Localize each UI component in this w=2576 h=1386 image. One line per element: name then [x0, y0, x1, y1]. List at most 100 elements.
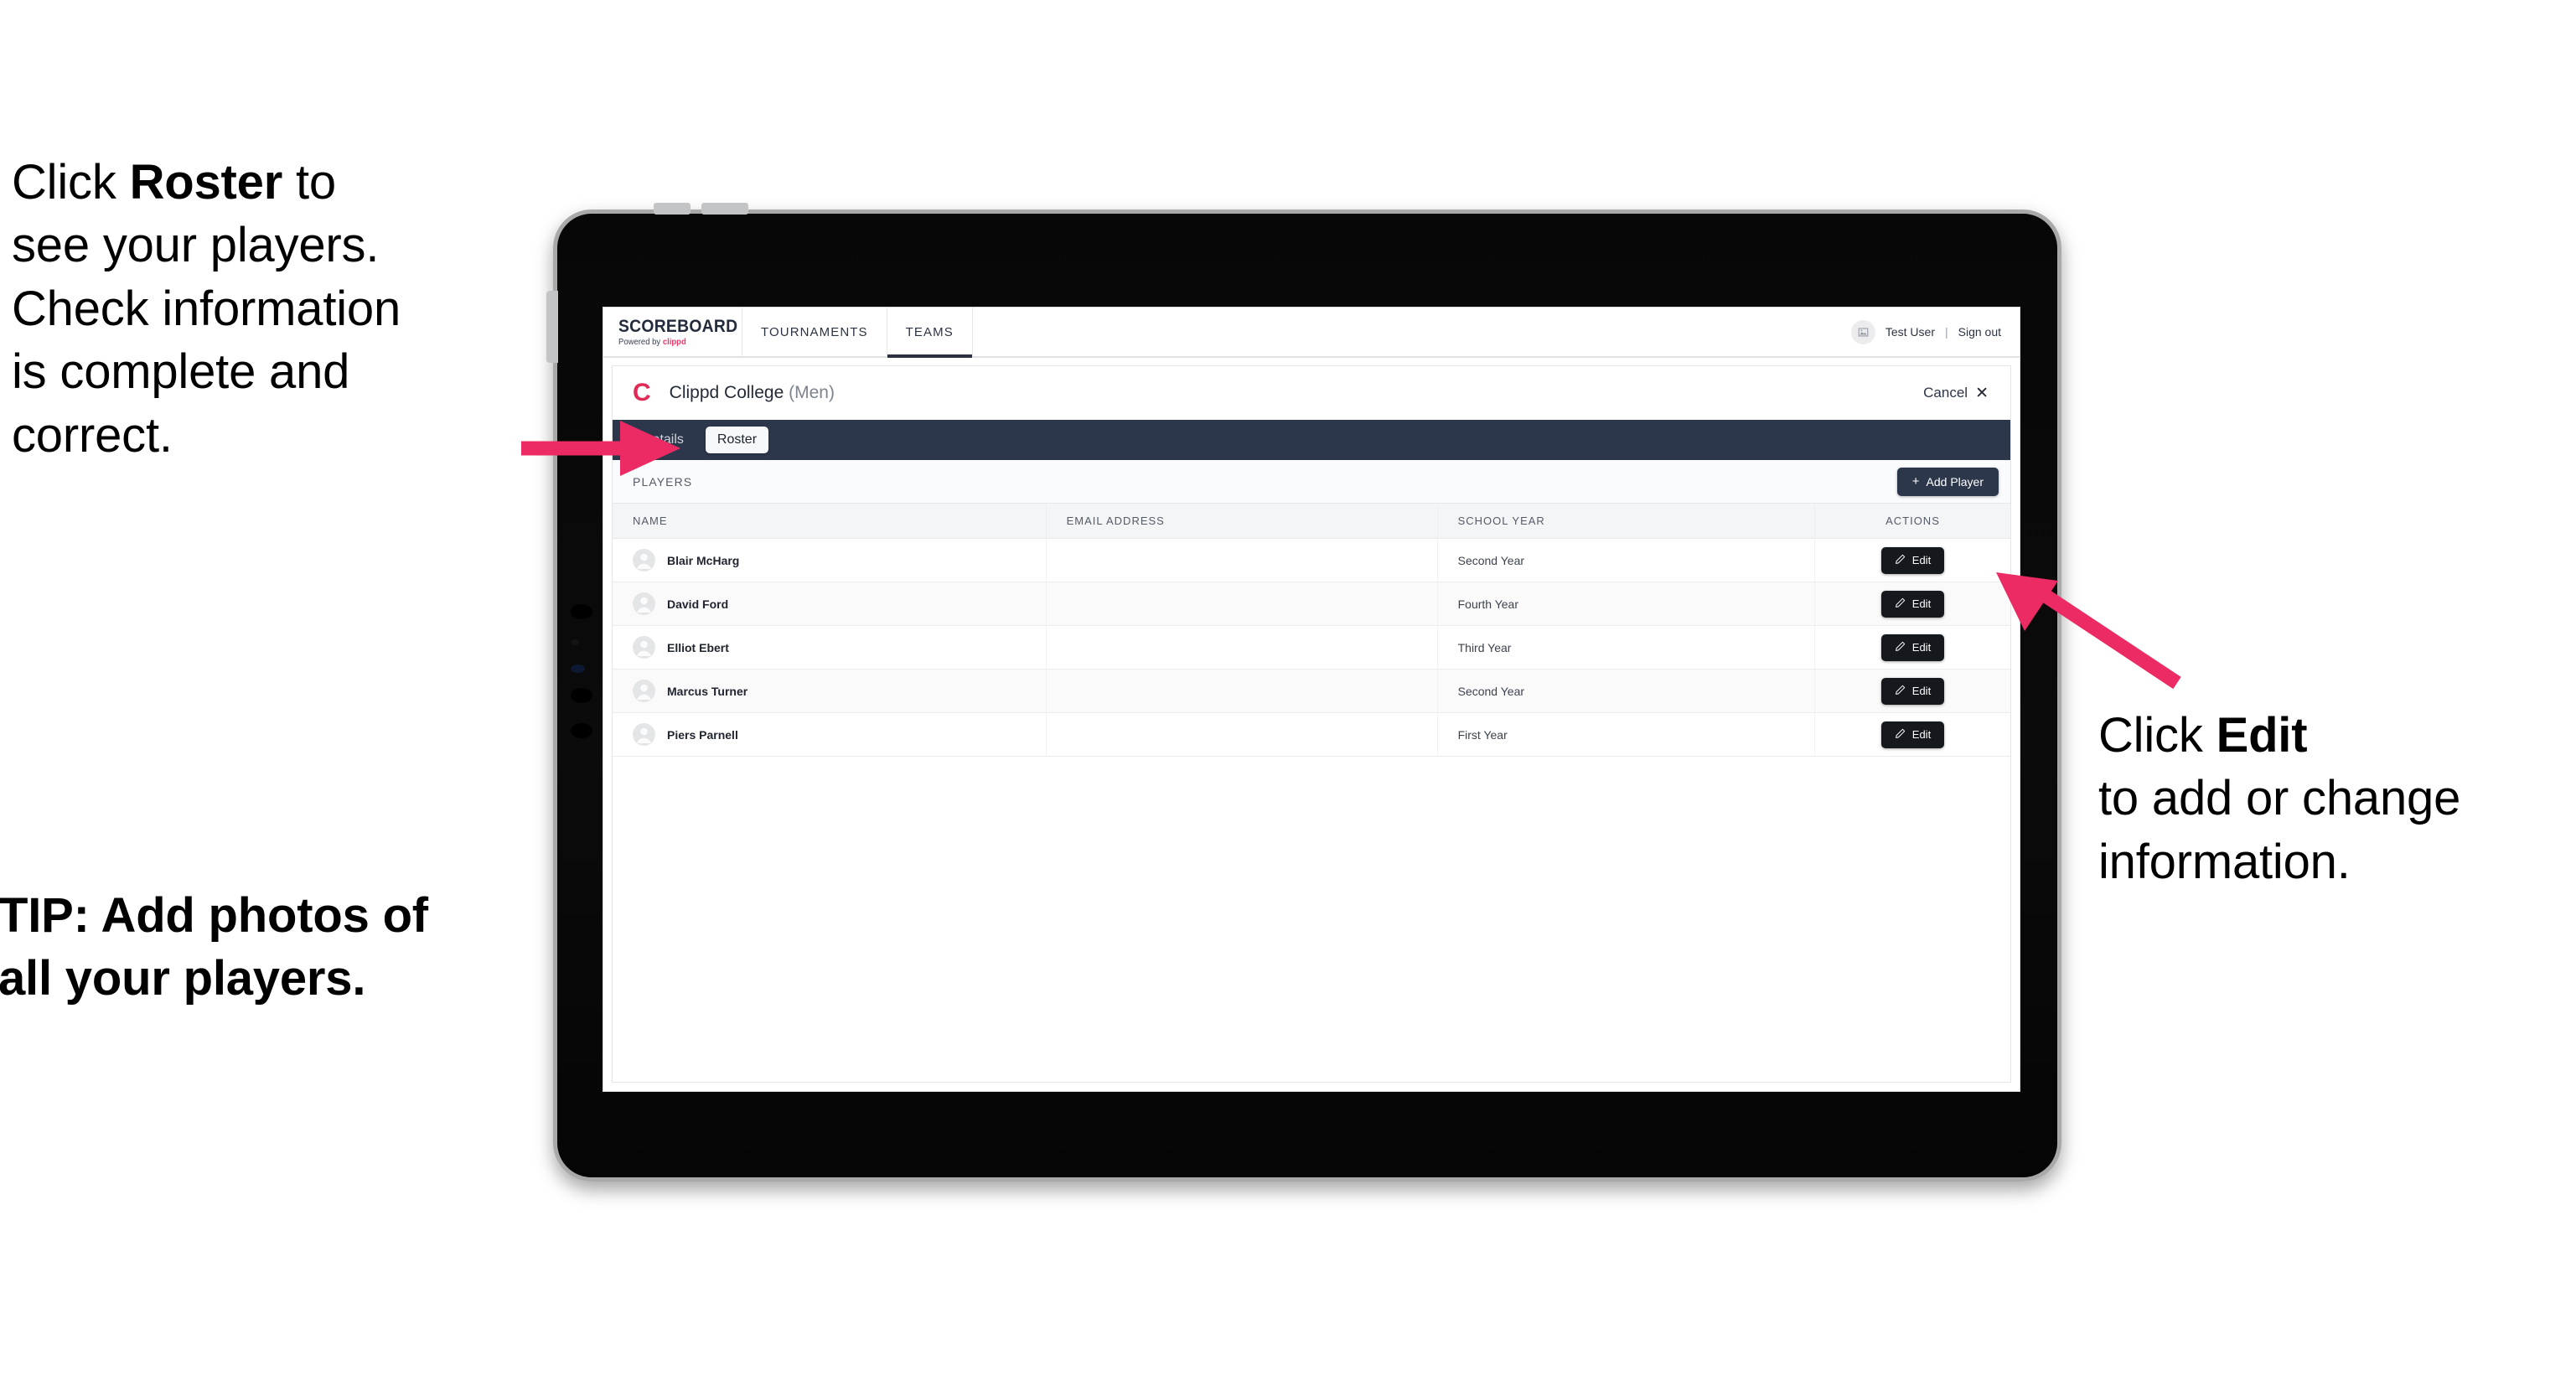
- annotation-edit-keyword: Edit: [2216, 708, 2308, 763]
- team-gender-label: (Men): [789, 383, 835, 402]
- tablet-sensor-dot: [571, 688, 592, 703]
- pencil-icon: [1895, 597, 1906, 611]
- edit-button-label: Edit: [1911, 728, 1932, 741]
- close-x-icon: ✕: [1975, 384, 1989, 402]
- sub-tab-details[interactable]: Details: [631, 427, 696, 453]
- user-menu: Test User | Sign out: [1850, 308, 2020, 356]
- player-name: Blair McHarg: [667, 553, 740, 567]
- cell-school-year: Second Year: [1437, 538, 1815, 582]
- tablet-sensor-dot: [571, 639, 579, 645]
- cell-name: Blair McHarg: [613, 538, 1047, 582]
- tablet-side-button[interactable]: [546, 291, 558, 363]
- pencil-icon: [1895, 554, 1906, 567]
- app-top-navbar: SCOREBOARD Powered by clippd TOURNAMENTS…: [603, 308, 2020, 358]
- tablet-volume-button[interactable]: [701, 203, 748, 215]
- plus-icon: +: [1911, 474, 1920, 489]
- user-avatar[interactable]: [1850, 319, 1875, 344]
- annotation-roster-line2: see your players.: [12, 218, 380, 273]
- player-avatar-icon: [633, 549, 655, 571]
- school-year-value: Fourth Year: [1457, 597, 1518, 611]
- app-logo-subtext: Powered by clippd: [618, 338, 736, 347]
- team-card: C Clippd College (Men) Cancel ✕ Details …: [612, 365, 2011, 1083]
- app-logo: SCOREBOARD Powered by clippd: [603, 308, 742, 356]
- edit-player-button[interactable]: Edit: [1880, 634, 1945, 661]
- player-name: David Ford: [667, 597, 729, 611]
- player-identity: Blair McHarg: [633, 549, 1046, 571]
- user-name-label: Test User: [1885, 325, 1935, 339]
- annotation-edit-line2: to add or change: [2098, 771, 2461, 826]
- edit-button-label: Edit: [1911, 554, 1932, 566]
- nav-tab-teams-label: TEAMS: [905, 324, 954, 339]
- player-avatar-icon: [633, 680, 655, 702]
- annotation-roster-line4: is complete and: [12, 344, 350, 400]
- table-row: Blair McHarg Second Year Edit: [613, 538, 2010, 582]
- tablet-power-button[interactable]: [654, 203, 691, 215]
- annotation-roster-line3: Check information: [12, 281, 401, 336]
- sub-tab-roster-label: Roster: [716, 432, 758, 447]
- sub-tab-roster[interactable]: Roster: [705, 427, 769, 453]
- team-card-header: C Clippd College (Men) Cancel ✕: [613, 366, 2010, 420]
- cell-name: Piers Parnell: [613, 712, 1047, 757]
- annotation-edit-line3: information.: [2098, 834, 2351, 889]
- edit-player-button[interactable]: Edit: [1880, 546, 1945, 574]
- annotation-edit: Click Edit to add or change information.: [2098, 704, 2576, 893]
- tablet-camera-dot: [571, 665, 585, 673]
- team-logo-icon: C: [633, 379, 651, 406]
- cell-actions: Edit: [1814, 669, 2010, 713]
- annotation-roster-line1-a: Click: [12, 155, 130, 209]
- edit-player-button[interactable]: Edit: [1880, 677, 1945, 705]
- school-year-value: First Year: [1457, 727, 1508, 742]
- column-header-year: SCHOOL YEAR: [1437, 504, 1815, 539]
- tablet-sensor-dot: [571, 723, 592, 738]
- players-table-body: Blair McHarg Second Year Edit David Ford Fou…: [613, 538, 2010, 757]
- player-identity: David Ford: [633, 592, 1046, 615]
- player-name: Marcus Turner: [667, 684, 748, 698]
- annotation-roster-line1-c: to: [282, 155, 336, 209]
- team-sub-tabs: Details Roster: [613, 420, 2010, 460]
- annotation-roster-line5: correct.: [12, 407, 173, 463]
- players-table: NAME EMAIL ADDRESS SCHOOL YEAR ACTIONS B…: [613, 504, 2010, 757]
- table-row: Piers Parnell First Year Edit: [613, 712, 2010, 757]
- user-menu-divider: |: [1944, 325, 1948, 339]
- cancel-button[interactable]: Cancel ✕: [1923, 385, 1989, 401]
- annotation-edit-line1: Click Edit: [2098, 704, 2576, 767]
- app-logo-text: SCOREBOARD: [618, 316, 738, 336]
- cell-email: [1046, 712, 1438, 757]
- pencil-icon: [1895, 641, 1906, 654]
- cell-actions: Edit: [1814, 712, 2010, 757]
- table-empty-area: [613, 757, 2010, 1082]
- sign-out-link[interactable]: Sign out: [1958, 325, 2001, 339]
- add-player-label: Add Player: [1926, 474, 1984, 489]
- players-table-head: NAME EMAIL ADDRESS SCHOOL YEAR ACTIONS: [613, 504, 2010, 539]
- cell-email: [1046, 538, 1438, 582]
- team-title: Clippd College (Men): [670, 383, 835, 403]
- table-header-row: NAME EMAIL ADDRESS SCHOOL YEAR ACTIONS: [613, 504, 2010, 539]
- annotation-roster-line1: Click Roster to: [12, 151, 548, 214]
- column-header-email: EMAIL ADDRESS: [1046, 504, 1438, 539]
- cell-email: [1046, 625, 1438, 670]
- team-name-label: Clippd College: [669, 383, 784, 402]
- column-header-actions: ACTIONS: [1814, 504, 2010, 539]
- nav-tab-teams[interactable]: TEAMS: [887, 308, 973, 358]
- image-placeholder-icon: [1858, 328, 1869, 336]
- edit-button-label: Edit: [1911, 597, 1932, 610]
- annotation-roster: Click Roster to see your players. Check …: [12, 151, 548, 467]
- cell-school-year: First Year: [1437, 712, 1815, 757]
- school-year-value: Second Year: [1457, 684, 1525, 698]
- cell-email: [1046, 669, 1438, 713]
- cell-email: [1046, 582, 1438, 626]
- annotation-tip: TIP: Add photos of all your players.: [0, 884, 551, 1011]
- edit-player-button[interactable]: Edit: [1880, 721, 1945, 748]
- pencil-icon: [1895, 728, 1906, 742]
- add-player-button[interactable]: + Add Player: [1896, 467, 1999, 496]
- sub-tab-details-label: Details: [643, 432, 684, 447]
- pencil-icon: [1895, 685, 1906, 698]
- nav-tab-tournaments[interactable]: TOURNAMENTS: [742, 308, 887, 356]
- player-avatar-icon: [633, 723, 655, 746]
- cell-actions: Edit: [1814, 582, 2010, 626]
- edit-player-button[interactable]: Edit: [1880, 590, 1945, 618]
- annotation-roster-keyword: Roster: [129, 155, 283, 209]
- cell-school-year: Fourth Year: [1437, 582, 1815, 626]
- column-header-name: NAME: [613, 504, 1047, 539]
- cell-name: David Ford: [613, 582, 1047, 626]
